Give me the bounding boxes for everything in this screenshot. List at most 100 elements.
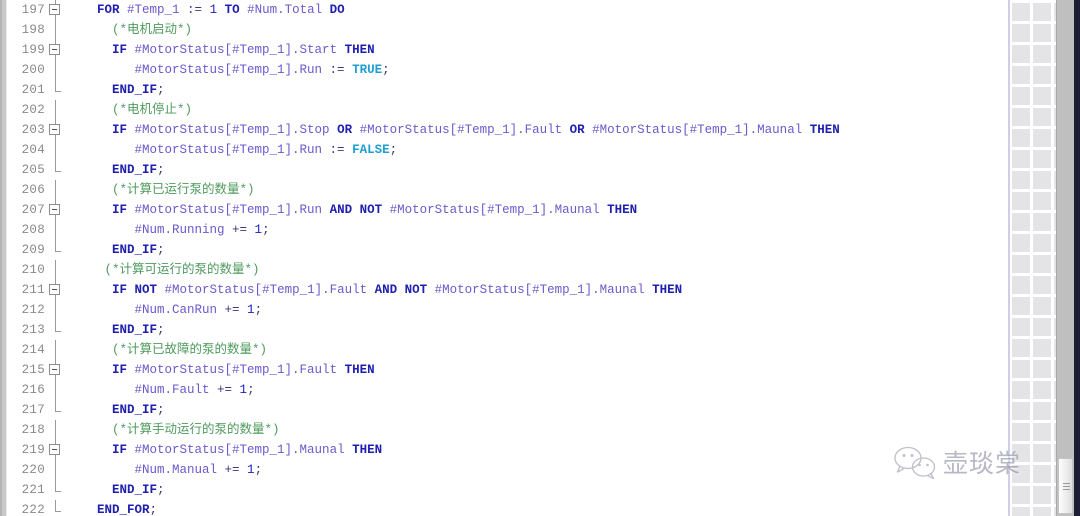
code-editor-surface[interactable]: 197 FOR #Temp_1 := 1 TO #Num.Total DO 198… [7, 0, 1008, 516]
code-token: THEN [599, 203, 638, 217]
code-token: END_IF [112, 403, 158, 417]
code-line[interactable]: 215 IF #MotorStatus[#Temp_1].Fault THEN [7, 360, 1008, 380]
fold-guide [45, 140, 67, 160]
fold-toggle-icon[interactable] [45, 0, 67, 20]
code-token: ; [254, 463, 263, 477]
code-token: := [179, 3, 210, 17]
code-line[interactable]: 209 END_IF; [7, 240, 1008, 260]
code-token: AND [322, 203, 360, 217]
code-text: (*计算已运行泵的数量*) [67, 180, 255, 200]
code-text: IF #MotorStatus[#Temp_1].Fault THEN [67, 360, 375, 380]
code-token: IF [112, 203, 135, 217]
line-number: 211 [21, 283, 45, 297]
code-text: IF #MotorStatus[#Temp_1].Start THEN [67, 40, 375, 60]
code-token: NOT [404, 283, 435, 297]
code-line[interactable]: 205 END_IF; [7, 160, 1008, 180]
code-token: := [322, 63, 353, 77]
code-text: END_IF; [67, 240, 165, 260]
code-token: ; [157, 243, 165, 257]
code-token: #MotorStatus[#Temp_1].Fault [164, 283, 368, 297]
code-token: #MotorStatus[#Temp_1].Maunal [389, 203, 600, 217]
vertical-scrollbar[interactable] [1056, 0, 1074, 516]
code-token: IF [112, 443, 135, 457]
code-line[interactable]: 204 #MotorStatus[#Temp_1].Run := FALSE; [7, 140, 1008, 160]
code-line[interactable]: 201 END_IF; [7, 80, 1008, 100]
code-line[interactable]: 206 (*计算已运行泵的数量*) [7, 180, 1008, 200]
code-line[interactable]: 210 (*计算可运行的泵的数量*) [7, 260, 1008, 280]
code-token: (*计算可运行的泵的数量*) [104, 263, 260, 277]
code-token: := [322, 143, 353, 157]
code-line[interactable]: 221 END_IF; [7, 480, 1008, 500]
code-line[interactable]: 217 END_IF; [7, 400, 1008, 420]
code-line[interactable]: 219 IF #MotorStatus[#Temp_1].Maunal THEN [7, 440, 1008, 460]
code-line[interactable]: 208 #Num.Running += 1; [7, 220, 1008, 240]
code-text: END_IF; [67, 480, 165, 500]
fold-toggle-icon[interactable] [45, 40, 67, 60]
fold-toggle-icon[interactable] [45, 120, 67, 140]
fold-guide [45, 20, 67, 40]
line-number: 218 [21, 423, 45, 437]
code-token: #Num.Manual [134, 463, 218, 477]
code-token: ; [389, 143, 398, 157]
code-token: ; [254, 303, 263, 317]
code-line[interactable]: 202 (*电机停止*) [7, 100, 1008, 120]
code-text: FOR #Temp_1 := 1 TO #Num.Total DO [67, 0, 345, 20]
code-line[interactable]: 200 #MotorStatus[#Temp_1].Run := TRUE; [7, 60, 1008, 80]
code-text: IF #MotorStatus[#Temp_1].Maunal THEN [67, 440, 382, 460]
code-token: AND [367, 283, 405, 297]
code-line[interactable]: 222 END_FOR; [7, 500, 1008, 516]
code-line[interactable]: 207 IF #MotorStatus[#Temp_1].Run AND NOT… [7, 200, 1008, 220]
code-token: #Num.Fault [134, 383, 210, 397]
fold-guide [45, 500, 67, 516]
fold-toggle-icon[interactable] [45, 200, 67, 220]
scrollbar-thumb[interactable] [1058, 458, 1073, 514]
code-line[interactable]: 199 IF #MotorStatus[#Temp_1].Start THEN [7, 40, 1008, 60]
code-token: TRUE [352, 63, 383, 77]
code-token: END_FOR [97, 503, 150, 516]
code-line[interactable]: 198 (*电机启动*) [7, 20, 1008, 40]
line-number: 199 [21, 43, 45, 57]
code-line[interactable]: 203 IF #MotorStatus[#Temp_1].Stop OR #Mo… [7, 120, 1008, 140]
code-line[interactable]: 216 #Num.Fault += 1; [7, 380, 1008, 400]
code-line[interactable]: 214 (*计算已故障的泵的数量*) [7, 340, 1008, 360]
code-line[interactable]: 218 (*计算手动运行的泵的数量*) [7, 420, 1008, 440]
margin-shadow [0, 0, 2, 516]
code-line[interactable]: 197 FOR #Temp_1 := 1 TO #Num.Total DO [7, 0, 1008, 20]
code-token: OR [562, 123, 593, 137]
code-line[interactable]: 211 IF NOT #MotorStatus[#Temp_1].Fault A… [7, 280, 1008, 300]
fold-toggle-icon[interactable] [45, 440, 67, 460]
code-line[interactable]: 220 #Num.Manual += 1; [7, 460, 1008, 480]
line-number: 213 [21, 323, 45, 337]
line-number: 219 [21, 443, 45, 457]
code-token: END_IF [112, 163, 158, 177]
code-token: #MotorStatus[#Temp_1].Run [134, 63, 323, 77]
code-token: ; [149, 503, 158, 516]
code-token: IF [112, 363, 135, 377]
fold-toggle-icon[interactable] [45, 280, 67, 300]
grid-panel [1008, 0, 1056, 516]
code-token: #MotorStatus[#Temp_1].Fault [359, 123, 563, 137]
editor-window: 197 FOR #Temp_1 := 1 TO #Num.Total DO 198… [0, 0, 1080, 516]
code-line[interactable]: 212 #Num.CanRun += 1; [7, 300, 1008, 320]
code-text: (*电机停止*) [67, 100, 192, 120]
code-line[interactable]: 213 END_IF; [7, 320, 1008, 340]
code-token: += [217, 463, 248, 477]
fold-toggle-icon[interactable] [45, 360, 67, 380]
code-token: FALSE [352, 143, 390, 157]
code-token: #MotorStatus[#Temp_1].Run [134, 203, 323, 217]
code-token: DO [322, 3, 345, 17]
code-token: += [224, 223, 255, 237]
code-token: (*计算已运行泵的数量*) [112, 183, 255, 197]
code-token: ; [157, 83, 165, 97]
code-token: (*电机启动*) [112, 23, 193, 37]
